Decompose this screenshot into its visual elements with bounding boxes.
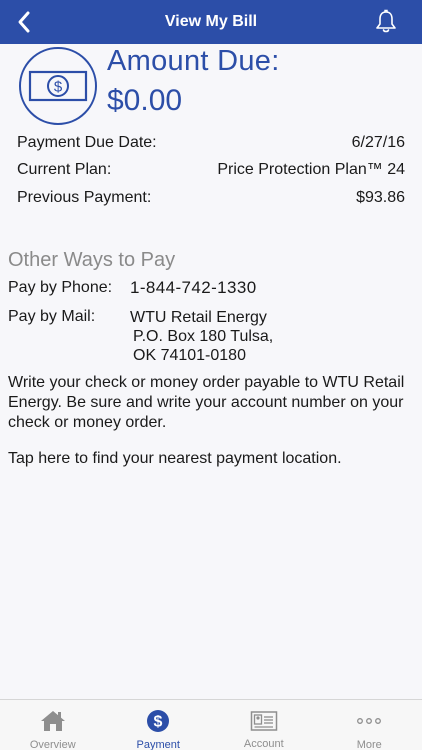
dollar-bill-icon: $ <box>18 46 98 126</box>
find-payment-location-link[interactable]: Tap here to find your nearest payment lo… <box>8 450 342 468</box>
bell-icon <box>376 9 396 33</box>
tab-payment-label: Payment <box>136 739 180 750</box>
other-ways-title: Other Ways to Pay <box>8 249 176 271</box>
mailing-address-line: OK 74101-0180 <box>133 347 246 364</box>
tab-more[interactable]: More <box>317 700 422 750</box>
svg-text:$: $ <box>154 714 163 731</box>
current-plan-row: Current Plan: Price Protection Plan™ 24 <box>17 161 405 179</box>
previous-payment-value: $93.86 <box>356 189 405 206</box>
amount-due-value: $0.00 <box>107 84 183 117</box>
mailing-address-line: P.O. Box 180 Tulsa, <box>133 328 274 345</box>
payment-due-date-value: 6/27/16 <box>351 134 405 151</box>
payment-due-date-row: Payment Due Date: 6/27/16 <box>17 134 405 152</box>
view-my-bill-screen: View My Bill $ Amount Due: $0.00 Payment… <box>0 0 422 750</box>
chevron-left-icon <box>18 11 30 33</box>
tab-overview[interactable]: Overview <box>0 700 106 750</box>
mailing-address: WTU Retail Energy P.O. Box 180 Tulsa, OK… <box>130 308 273 365</box>
page-title: View My Bill <box>164 13 258 30</box>
notifications-button[interactable] <box>372 8 400 36</box>
tab-more-label: More <box>356 739 382 750</box>
amount-due-label: Amount Due: <box>107 45 280 77</box>
back-button[interactable] <box>6 4 42 40</box>
pay-by-mail-label: Pay by Mail: <box>8 308 96 325</box>
previous-payment-row: Previous Payment: $93.86 <box>17 189 405 207</box>
svg-text:$: $ <box>54 79 63 96</box>
dollar-circle-icon: $ <box>144 709 172 733</box>
current-plan-label: Current Plan: <box>17 161 112 178</box>
tab-payment[interactable]: $ Payment <box>106 700 212 750</box>
current-plan-value: Price Protection Plan™ 24 <box>217 161 405 178</box>
id-card-icon <box>250 709 278 732</box>
mailing-address-line: WTU Retail Energy <box>130 309 267 326</box>
payment-due-date-label: Payment Due Date: <box>17 134 157 151</box>
header-bar: View My Bill <box>0 0 422 44</box>
bottom-tab-bar: Overview $ Payment Account More <box>0 699 422 750</box>
tab-overview-label: Overview <box>29 739 76 750</box>
home-icon <box>39 709 67 733</box>
tab-account[interactable]: Account <box>211 700 317 750</box>
tab-account-label: Account <box>243 738 284 750</box>
pay-by-phone-number[interactable]: 1-844-742-1330 <box>130 278 257 298</box>
previous-payment-label: Previous Payment: <box>17 189 152 206</box>
payment-instructions: Write your check or money order payable … <box>8 374 405 431</box>
more-dots-icon <box>355 709 383 733</box>
pay-by-phone-label: Pay by Phone: <box>8 279 113 296</box>
